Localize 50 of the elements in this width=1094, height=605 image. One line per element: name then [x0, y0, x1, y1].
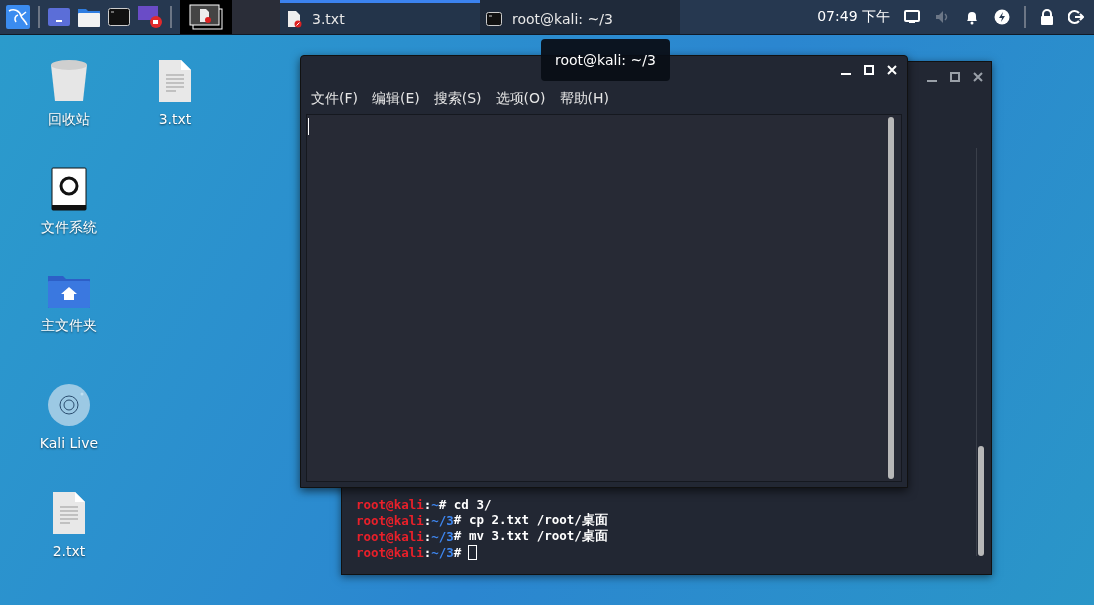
menu-item[interactable]: 选项(O) — [495, 90, 546, 108]
file-icon[interactable] — [158, 59, 192, 103]
scrollbar[interactable] — [976, 148, 985, 556]
drive-icon[interactable] — [51, 167, 87, 211]
prompt-user: root@kali — [356, 512, 424, 528]
taskbar-button[interactable]: 3.txt — [280, 0, 480, 34]
prompt-user: root@kali — [356, 528, 424, 544]
disc-icon[interactable] — [47, 383, 91, 427]
folder-icon[interactable] — [78, 7, 100, 27]
menu-item[interactable]: 搜索(S) — [433, 90, 482, 108]
prompt-separator: : — [423, 544, 432, 560]
prompt-path: ~/3 — [431, 528, 454, 544]
terminal-icon — [486, 11, 502, 26]
taskbar-button[interactable]: root@kali: ~/3 — [480, 0, 680, 34]
menu-item[interactable]: 编辑(E) — [372, 90, 420, 108]
power-icon[interactable] — [994, 9, 1010, 25]
file-icon — [286, 9, 302, 28]
menu-item[interactable]: 文件(F) — [311, 90, 358, 108]
clock[interactable]: 07:49 下午 — [817, 8, 890, 26]
command-text: # cd 3/ — [438, 496, 492, 512]
terminal-icon[interactable] — [108, 8, 130, 26]
prompt-path: ~ — [431, 496, 439, 512]
logout-icon[interactable] — [1068, 9, 1084, 25]
bell-icon[interactable] — [964, 9, 980, 25]
text-cursor — [308, 118, 309, 135]
prompt-user: root@kali — [356, 544, 424, 560]
lock-icon[interactable] — [1040, 9, 1054, 25]
prompt-path: ~/3 — [431, 544, 454, 560]
prompt-separator: : — [423, 528, 432, 544]
file-icon[interactable] — [52, 491, 86, 535]
prompt-separator: : — [423, 512, 432, 528]
prompt-path: ~/3 — [431, 512, 454, 528]
volume-icon[interactable] — [934, 9, 950, 25]
close-icon[interactable] — [973, 72, 983, 82]
scrollbar[interactable] — [887, 117, 895, 479]
command-text: # cp 2.txt /root/桌面 — [453, 511, 608, 529]
trash-icon[interactable] — [49, 59, 89, 103]
command-text: # mv 3.txt /root/桌面 — [453, 527, 608, 545]
tooltip: root@kali: ~/3 — [541, 39, 670, 81]
display-icon[interactable] — [904, 10, 920, 24]
dragon-logo-icon[interactable] — [6, 5, 30, 29]
screen-record-icon[interactable] — [138, 6, 162, 28]
prompt-user: root@kali — [356, 496, 424, 512]
workspace-switcher[interactable] — [180, 0, 232, 34]
command-text: # — [453, 544, 462, 560]
maximize-icon[interactable] — [950, 72, 960, 82]
desktop-icon[interactable] — [48, 8, 70, 26]
home-folder-icon[interactable] — [47, 275, 91, 309]
prompt-separator: : — [423, 496, 432, 512]
menu-item[interactable]: 帮助(H) — [559, 90, 609, 108]
